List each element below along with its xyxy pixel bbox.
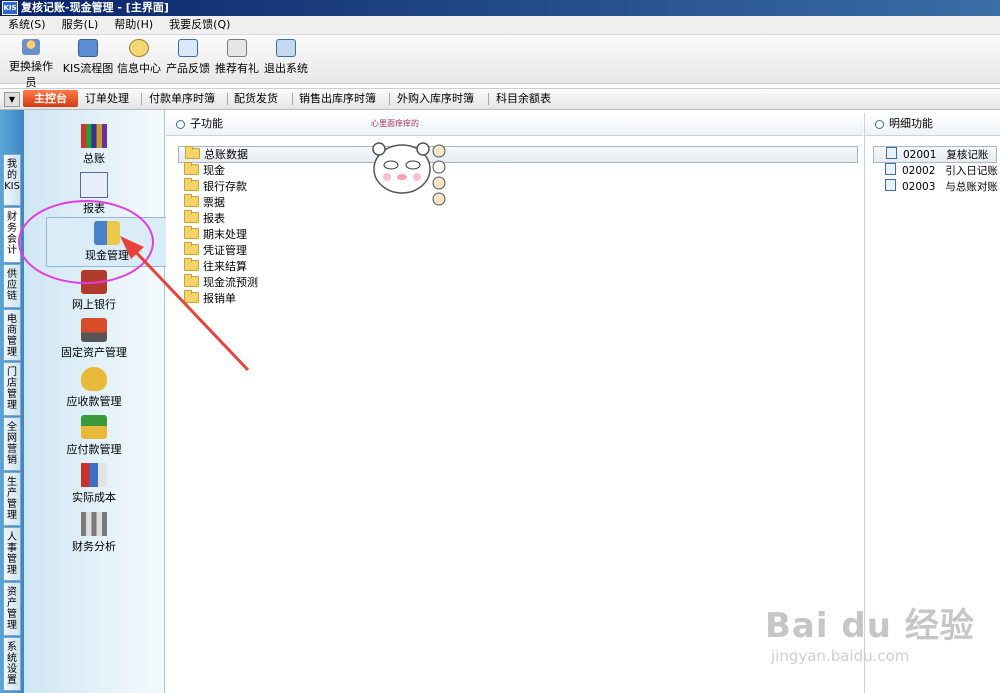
cartoon-sticker: 心里面痒痒的 [367, 118, 457, 212]
watermark-url: jingyan.baidu.com [771, 647, 910, 665]
bear-sticker-icon [372, 142, 446, 206]
watermark-brand: Bai du 经验 [765, 606, 975, 646]
annotation-arrow [120, 236, 250, 372]
baidu-watermark: Bai du 经验 jingyan.baidu.com [765, 598, 975, 665]
sticker-text: 心里面痒痒的 [371, 119, 419, 128]
